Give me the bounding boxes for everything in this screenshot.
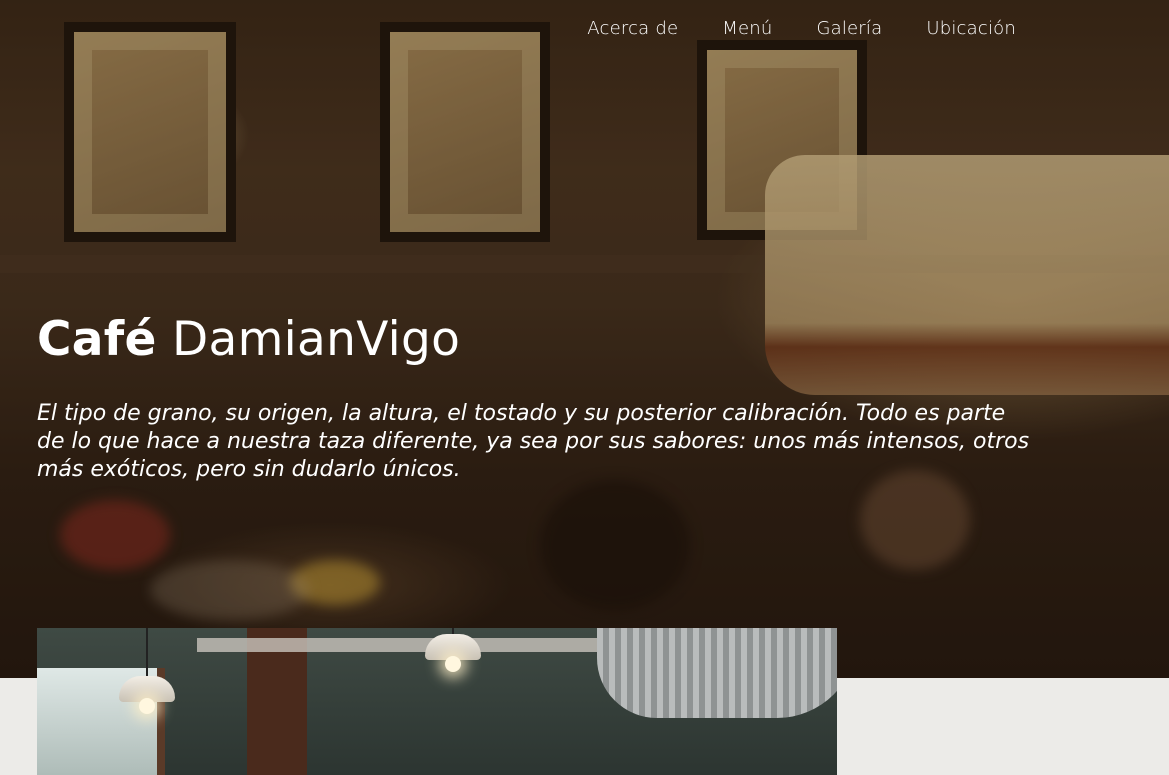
page-title: Café DamianVigo [37,312,460,368]
nav-item-acerca-de[interactable]: Acerca de [587,18,678,39]
title-bold: Café [37,312,157,367]
pendant-lamp [119,676,175,714]
pendant-lamp [425,634,481,672]
main-nav: Acerca de Menú Galería Ubicación [587,18,1016,39]
hero-tagline: El tipo de grano, su origen, la altura, … [37,401,1030,482]
title-light: DamianVigo [171,312,461,367]
ceiling-bar [197,638,597,652]
air-duct [597,628,837,718]
cafe-interior-image [37,628,837,775]
nav-item-galeria[interactable]: Galería [816,18,882,39]
lamp-cord [146,628,148,676]
nav-item-menu[interactable]: Menú [722,18,772,39]
nav-item-ubicacion[interactable]: Ubicación [926,18,1016,39]
